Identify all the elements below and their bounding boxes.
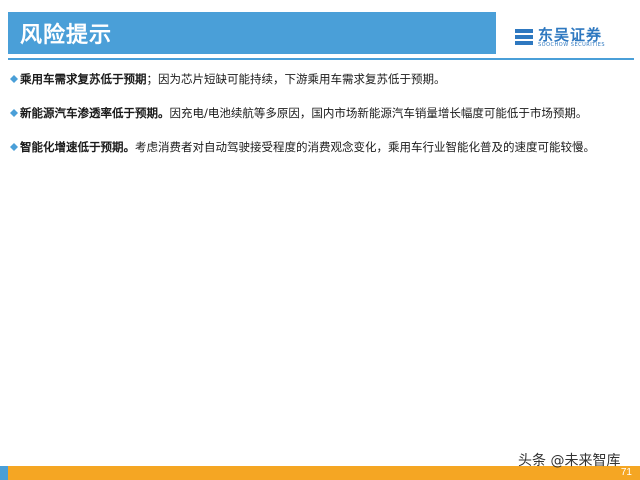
- page-title: 风险提示: [20, 23, 113, 48]
- list-item-heading: 乘用车需求复苏低于预期: [20, 72, 147, 86]
- list-item: 智能化增速低于预期。考虑消费者对自动驾驶接受程度的消费观念变化，乘用车行业智能化…: [10, 139, 635, 155]
- slide: 风险提示 东吴证券 SOOCHOW SECURITIES 乘用车需求复苏低于预期…: [0, 0, 640, 480]
- watermark: 头条 @未来智库: [518, 453, 621, 469]
- diamond-bullet-icon: [10, 143, 18, 151]
- risk-list: 乘用车需求复苏低于预期；因为芯片短缺可能持续，下游乘用车需求复苏低于预期。 新能…: [10, 71, 635, 155]
- header-divider: [8, 58, 634, 60]
- list-item: 乘用车需求复苏低于预期；因为芯片短缺可能持续，下游乘用车需求复苏低于预期。: [10, 71, 635, 87]
- list-item-body: 考虑消费者对自动驾驶接受程度的消费观念变化，乘用车行业智能化普及的速度可能较慢。: [135, 140, 595, 154]
- company-logo: 东吴证券 SOOCHOW SECURITIES: [514, 24, 630, 50]
- list-item: 新能源汽车渗透率低于预期。因充电/电池续航等多原因，国内市场新能源汽车销量增长幅…: [10, 105, 635, 121]
- list-item-heading: 新能源汽车渗透率低于预期。: [20, 106, 170, 120]
- diamond-bullet-icon: [10, 75, 18, 83]
- list-item-body: ；因为芯片短缺可能持续，下游乘用车需求复苏低于预期。: [146, 72, 446, 86]
- soochow-logo-mark-icon: [514, 26, 534, 46]
- list-item-heading: 智能化增速低于预期。: [20, 140, 135, 154]
- logo-name-en: SOOCHOW SECURITIES: [538, 42, 606, 48]
- list-item-body: 因充电/电池续航等多原因，国内市场新能源汽车销量增长幅度可能低于市场预期。: [169, 106, 588, 120]
- footer-accent: [0, 466, 8, 480]
- diamond-bullet-icon: [10, 109, 18, 117]
- title-bar: 风险提示: [8, 12, 496, 54]
- page-number: 71: [620, 467, 632, 478]
